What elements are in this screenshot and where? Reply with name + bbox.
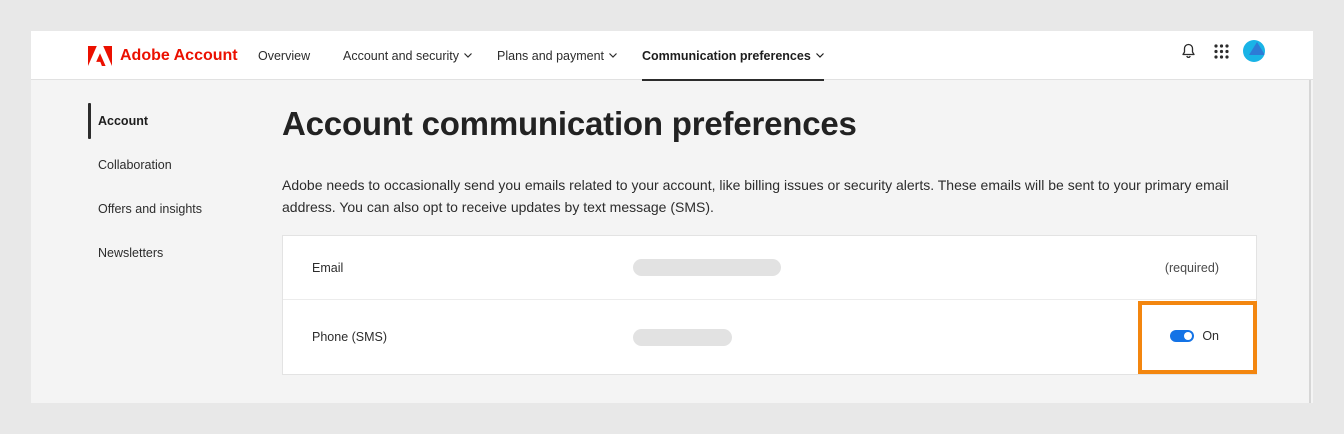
sidebar-item-offers-and-insights[interactable]: Offers and insights — [88, 191, 258, 227]
app-window: Adobe Account Overview Account and secur… — [31, 31, 1313, 403]
top-navigation-bar: Adobe Account Overview Account and secur… — [31, 31, 1313, 81]
bell-icon[interactable] — [1181, 43, 1196, 59]
chevron-down-icon — [609, 53, 617, 58]
scrollbar-edge — [1309, 80, 1311, 403]
sidebar-item-label: Account — [98, 114, 148, 128]
nav-communication-preferences[interactable]: Communication preferences — [642, 31, 824, 81]
adobe-brand[interactable]: Adobe Account — [88, 41, 238, 71]
sidebar-item-label: Newsletters — [98, 246, 164, 260]
email-row: Email (required) — [283, 236, 1256, 300]
sidebar-item-label: Offers and insights — [98, 202, 202, 216]
nav-account-and-security[interactable]: Account and security — [343, 31, 472, 80]
page-title: Account communication preferences — [282, 105, 857, 142]
sidebar: Account Collaboration Offers and insight… — [88, 103, 258, 279]
sidebar-item-account[interactable]: Account — [88, 103, 258, 139]
page-description: Adobe needs to occasionally send you ema… — [282, 177, 1229, 215]
email-label: Email — [312, 261, 344, 275]
nav-overview-label: Overview — [258, 48, 311, 63]
nav-communication-preferences-label: Communication preferences — [642, 48, 811, 63]
nav-plans-and-payment-label: Plans and payment — [497, 48, 605, 63]
preferences-card: Email (required) Phone (SMS) On — [282, 235, 1257, 375]
phone-row: Phone (SMS) On — [283, 300, 1256, 375]
toggle-label: On — [1202, 329, 1219, 343]
email-required-text: (required) — [1164, 261, 1219, 275]
avatar[interactable] — [1243, 40, 1265, 62]
sidebar-item-label: Collaboration — [98, 158, 172, 172]
email-address-placeholder — [633, 259, 781, 276]
nav-account-and-security-label: Account and security — [343, 48, 460, 63]
chevron-down-icon — [464, 53, 472, 58]
chevron-down-icon — [815, 53, 824, 58]
nav-plans-and-payment[interactable]: Plans and payment — [497, 31, 617, 80]
sidebar-item-newsletters[interactable]: Newsletters — [88, 235, 258, 271]
adobe-logo-icon — [88, 46, 112, 66]
nav-overview[interactable]: Overview — [258, 31, 310, 80]
header-actions — [1163, 40, 1265, 62]
brand-name: Adobe Account — [120, 47, 238, 64]
sidebar-item-collaboration[interactable]: Collaboration — [88, 147, 258, 183]
phone-number-placeholder — [633, 329, 732, 346]
toggle-switch[interactable] — [1170, 330, 1195, 342]
phone-label: Phone (SMS) — [312, 330, 388, 344]
sms-toggle[interactable]: On — [1170, 329, 1219, 343]
app-grid-icon[interactable] — [1214, 43, 1229, 59]
